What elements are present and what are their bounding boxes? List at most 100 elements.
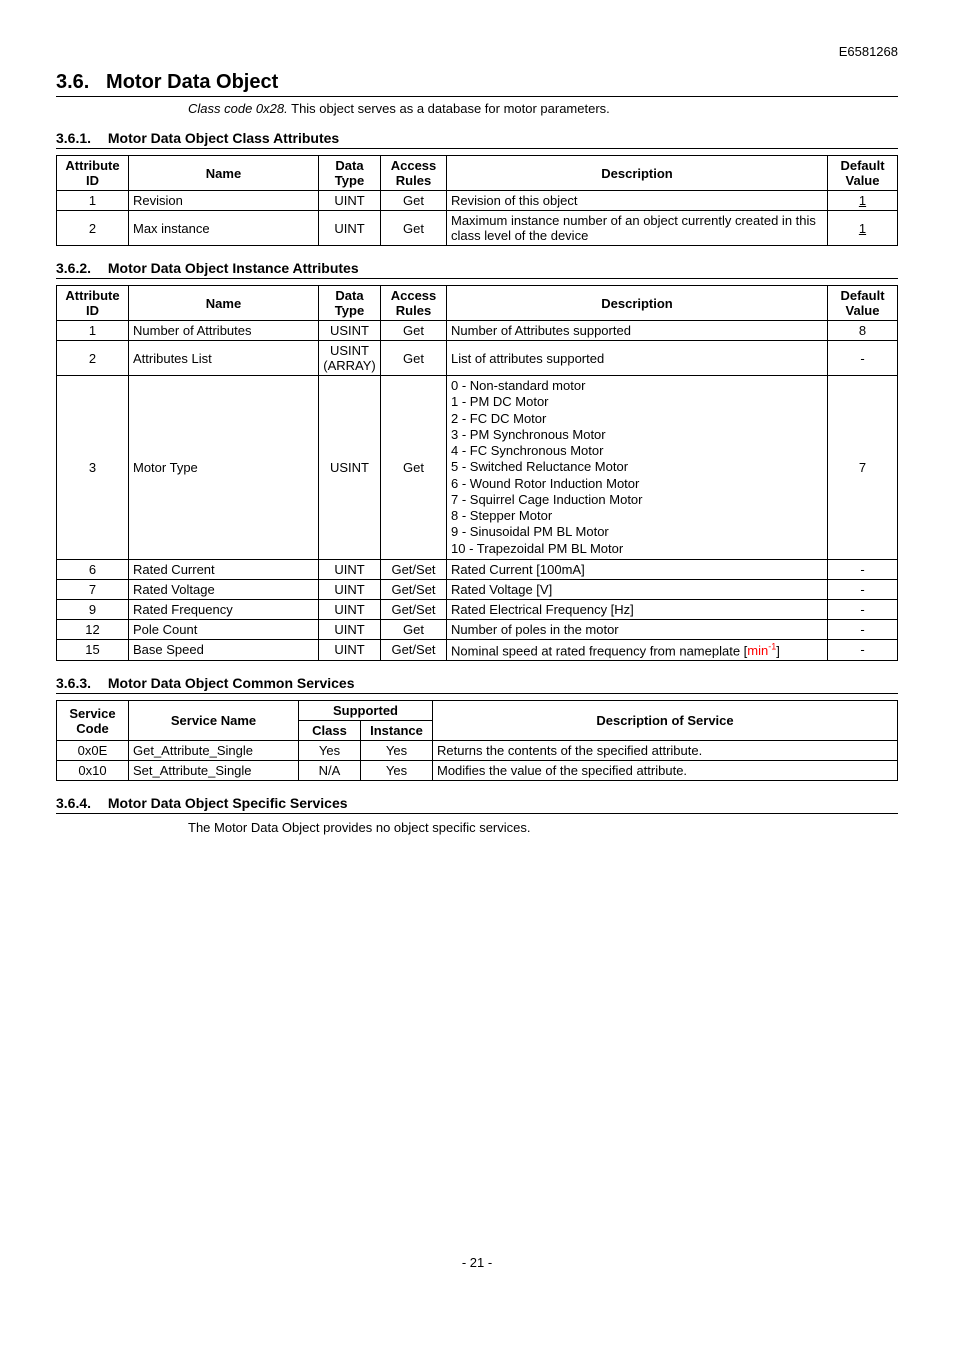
th-default: Default Value xyxy=(828,286,898,321)
cell-attr-id: 15 xyxy=(57,639,129,660)
table-row: 7Rated VoltageUINTGet/SetRated Voltage [… xyxy=(57,579,898,599)
cell-name: Pole Count xyxy=(129,619,319,639)
sub361-number: 3.6.1. xyxy=(56,130,104,146)
sub364-title-text: Motor Data Object Specific Services xyxy=(108,795,348,811)
cell-data-type: UINT xyxy=(319,579,381,599)
document-code: E6581268 xyxy=(56,44,898,59)
sub363-title-text: Motor Data Object Common Services xyxy=(108,675,355,691)
page-number: - 21 - xyxy=(56,1255,898,1270)
class-attributes-table: Attribute ID Name Data Type Access Rules… xyxy=(56,155,898,246)
cell-desc: Rated Electrical Frequency [Hz] xyxy=(447,599,828,619)
table-header-row: Attribute ID Name Data Type Access Rules… xyxy=(57,286,898,321)
cell-default: - xyxy=(828,619,898,639)
table-row: 1RevisionUINTGetRevision of this object1 xyxy=(57,191,898,211)
cell-instance-supported: Yes xyxy=(361,741,433,761)
sub364-number: 3.6.4. xyxy=(56,795,104,811)
class-code-label: Class code 0x28. xyxy=(188,101,288,116)
table-row: 9Rated FrequencyUINTGet/SetRated Electri… xyxy=(57,599,898,619)
cell-desc: Revision of this object xyxy=(447,191,828,211)
th-name: Name xyxy=(129,286,319,321)
table-row: 0x10Set_Attribute_SingleN/AYesModifies t… xyxy=(57,761,898,781)
cell-attr-id: 2 xyxy=(57,341,129,376)
cell-data-type: UINT xyxy=(319,191,381,211)
cell-name: Number of Attributes xyxy=(129,321,319,341)
sub364-heading: 3.6.4. Motor Data Object Specific Servic… xyxy=(56,795,898,814)
th-desc: Description xyxy=(447,286,828,321)
cell-service-desc: Returns the contents of the specified at… xyxy=(433,741,898,761)
cell-access: Get xyxy=(381,191,447,211)
cell-access: Get xyxy=(381,321,447,341)
cell-default: 1 xyxy=(828,211,898,246)
th-supported: Supported xyxy=(299,701,433,721)
cell-name: Revision xyxy=(129,191,319,211)
cell-desc: Number of poles in the motor xyxy=(447,619,828,639)
sub361-title-text: Motor Data Object Class Attributes xyxy=(108,130,339,146)
th-attr-id: Attribute ID xyxy=(57,286,129,321)
cell-data-type: USINT xyxy=(319,376,381,560)
cell-access: Get/Set xyxy=(381,579,447,599)
cell-access: Get xyxy=(381,619,447,639)
cell-attr-id: 9 xyxy=(57,599,129,619)
table-row: 1Number of AttributesUSINTGetNumber of A… xyxy=(57,321,898,341)
table-row: 2Attributes ListUSINT (ARRAY)GetList of … xyxy=(57,341,898,376)
th-data-type: Data Type xyxy=(319,156,381,191)
cell-data-type: UINT xyxy=(319,639,381,660)
cell-desc: Rated Voltage [V] xyxy=(447,579,828,599)
cell-service-name: Set_Attribute_Single xyxy=(129,761,299,781)
section-heading: 3.6. Motor Data Object xyxy=(56,71,898,97)
cell-access: Get/Set xyxy=(381,639,447,660)
cell-name: Attributes List xyxy=(129,341,319,376)
th-default: Default Value xyxy=(828,156,898,191)
cell-default: - xyxy=(828,341,898,376)
cell-access: Get xyxy=(381,211,447,246)
cell-name: Rated Frequency xyxy=(129,599,319,619)
table-row: 6Rated CurrentUINTGet/SetRated Current [… xyxy=(57,559,898,579)
cell-class-supported: Yes xyxy=(299,741,361,761)
cell-desc: Number of Attributes supported xyxy=(447,321,828,341)
cell-name: Motor Type xyxy=(129,376,319,560)
th-attr-id: Attribute ID xyxy=(57,156,129,191)
cell-attr-id: 3 xyxy=(57,376,129,560)
table-row: 2Max instanceUINTGetMaximum instance num… xyxy=(57,211,898,246)
section-title-text: Motor Data Object xyxy=(106,71,278,93)
table-row: 15Base SpeedUINTGet/SetNominal speed at … xyxy=(57,639,898,660)
cell-name: Rated Current xyxy=(129,559,319,579)
cell-desc: Nominal speed at rated frequency from na… xyxy=(447,639,828,660)
cell-service-code: 0x10 xyxy=(57,761,129,781)
table-header-row: Attribute ID Name Data Type Access Rules… xyxy=(57,156,898,191)
cell-service-name: Get_Attribute_Single xyxy=(129,741,299,761)
class-code-desc-text: This object serves as a database for mot… xyxy=(291,101,610,116)
cell-data-type: USINT xyxy=(319,321,381,341)
cell-access: Get/Set xyxy=(381,559,447,579)
cell-default: 7 xyxy=(828,376,898,560)
cell-name: Rated Voltage xyxy=(129,579,319,599)
sub362-number: 3.6.2. xyxy=(56,260,104,276)
cell-name: Base Speed xyxy=(129,639,319,660)
th-class: Class xyxy=(299,721,361,741)
cell-default: - xyxy=(828,559,898,579)
th-access: Access Rules xyxy=(381,286,447,321)
th-instance: Instance xyxy=(361,721,433,741)
th-service-desc: Description of Service xyxy=(433,701,898,741)
cell-default: - xyxy=(828,639,898,660)
cell-default: - xyxy=(828,599,898,619)
cell-default: 1 xyxy=(828,191,898,211)
cell-default: 8 xyxy=(828,321,898,341)
cell-access: Get xyxy=(381,341,447,376)
section-class-desc: Class code 0x28. This object serves as a… xyxy=(188,101,898,116)
cell-desc: List of attributes supported xyxy=(447,341,828,376)
sub362-heading: 3.6.2. Motor Data Object Instance Attrib… xyxy=(56,260,898,279)
sub362-title-text: Motor Data Object Instance Attributes xyxy=(108,260,359,276)
instance-attributes-table: Attribute ID Name Data Type Access Rules… xyxy=(56,285,898,661)
th-service-code: Service Code xyxy=(57,701,129,741)
cell-attr-id: 6 xyxy=(57,559,129,579)
cell-desc: 0 - Non-standard motor1 - PM DC Motor2 -… xyxy=(447,376,828,560)
sub361-heading: 3.6.1. Motor Data Object Class Attribute… xyxy=(56,130,898,149)
cell-access: Get xyxy=(381,376,447,560)
cell-attr-id: 1 xyxy=(57,321,129,341)
table-header-row: Service Code Service Name Supported Desc… xyxy=(57,701,898,721)
cell-default: - xyxy=(828,579,898,599)
th-access: Access Rules xyxy=(381,156,447,191)
table-row: 0x0EGet_Attribute_SingleYesYesReturns th… xyxy=(57,741,898,761)
section-number: 3.6. xyxy=(56,71,89,93)
